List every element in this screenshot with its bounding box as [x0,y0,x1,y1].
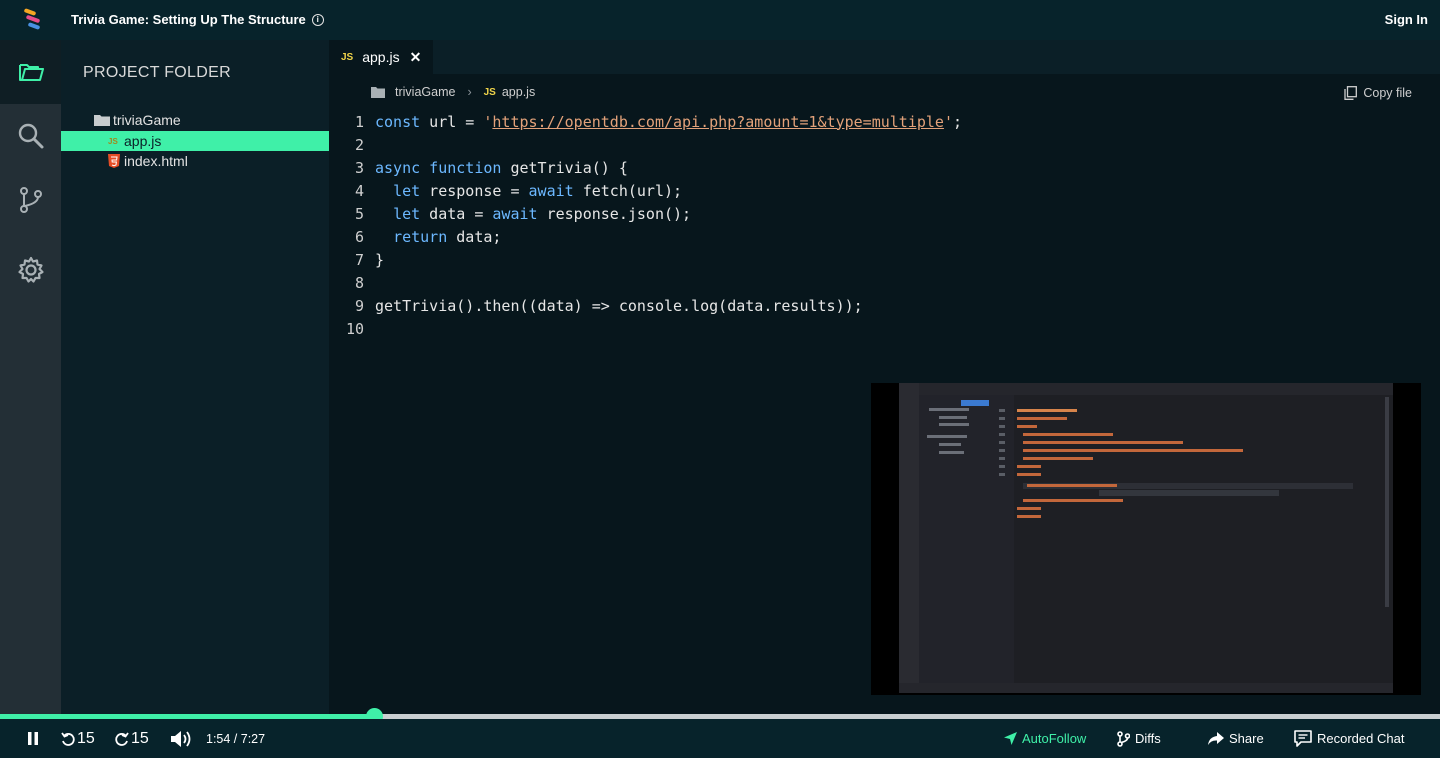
git-branch-icon [19,187,42,213]
code-line: 3 async function getTrivia() { [329,156,962,179]
breadcrumb-file[interactable]: app.js [502,85,535,99]
navigation-arrow-icon [1004,732,1017,745]
js-file-icon: JS [483,86,496,98]
screencast-video[interactable] [871,383,1421,695]
code-line: 2 [329,133,962,156]
diffs-button[interactable]: Diffs [1117,719,1161,758]
activity-bar [0,40,61,714]
page-title-text: Trivia Game: Setting Up The Structure [71,12,306,27]
code-line: 8 [329,271,962,294]
code-line: 6 return data; [329,225,962,248]
skip-back-label: 15 [77,729,95,747]
project-folder-heading: PROJECT FOLDER [83,64,231,81]
pause-icon [28,732,38,745]
tree-file-app-js[interactable]: JS app.js [61,131,329,151]
player-controls: 15 15 1:54 / 7:27 AutoFollow Diffs Share… [0,719,1440,758]
tab-app-js[interactable]: JS app.js ✕ [329,40,433,74]
tree-folder-triviagame[interactable]: triviaGame [94,112,181,128]
code-line: 4 let response = await fetch(url); [329,179,962,202]
tree-file-label: app.js [124,133,162,149]
rail-item-search[interactable] [0,104,61,168]
diffs-label: Diffs [1135,731,1161,746]
skip-back-button[interactable]: 15 [61,719,95,758]
screencast-frame-image [899,383,1393,693]
sign-in-button[interactable]: Sign In [1385,12,1428,27]
folder-icon [94,115,110,126]
project-panel: PROJECT FOLDER triviaGame JS app.js inde… [61,40,329,714]
tab-label: app.js [362,49,400,65]
git-branch-icon [1117,730,1130,747]
tree-folder-label: triviaGame [113,112,181,128]
breadcrumb: triviaGame › JS app.js [371,85,535,99]
share-arrow-icon [1208,731,1224,745]
line-number: 3 [354,158,364,177]
forward-icon [115,731,129,746]
copy-file-label: Copy file [1363,86,1412,100]
code-area[interactable]: 1 const url = ' https://opentdb.com/api.ph… [329,110,962,340]
copy-icon [1344,86,1358,100]
page-title: Trivia Game: Setting Up The Structure i [71,12,324,27]
autofollow-button[interactable]: AutoFollow [1004,719,1086,758]
js-file-icon: JS [341,51,354,63]
volume-button[interactable] [171,719,198,758]
top-bar: Trivia Game: Setting Up The Structure i … [0,0,1440,40]
scrimba-logo-icon[interactable] [22,8,46,32]
search-icon [18,123,43,149]
rewind-icon [61,731,75,746]
line-number: 9 [354,296,364,315]
line-number: 1 [354,112,364,131]
line-number: 2 [354,135,364,154]
recorded-chat-label: Recorded Chat [1317,731,1405,746]
rail-item-files[interactable] [0,40,61,104]
tab-bar: JS app.js ✕ [329,40,1440,74]
rail-item-settings[interactable] [0,238,61,302]
tree-file-label: index.html [124,153,188,169]
tree-file-index-html[interactable]: index.html [61,151,329,171]
skip-forward-label: 15 [131,729,149,747]
html-file-icon [108,154,120,168]
skip-forward-button[interactable]: 15 [115,719,149,758]
line-number: 7 [354,250,364,269]
line-number: 10 [345,319,364,338]
pause-button[interactable] [27,719,44,758]
folder-icon [371,86,385,98]
line-number: 6 [354,227,364,246]
breadcrumb-folder[interactable]: triviaGame [395,85,455,99]
chevron-right-icon: › [467,85,472,99]
code-line: 1 const url = ' https://opentdb.com/api.ph… [329,110,962,133]
rail-item-source-control[interactable] [0,168,61,232]
gear-icon [17,256,44,283]
screencast-frame [899,383,1393,693]
code-line: 9 getTrivia().then((data) => console.log(… [329,294,962,317]
line-number: 8 [354,273,364,292]
close-icon[interactable]: ✕ [410,49,422,66]
playback-time: 1:54 / 7:27 [206,731,266,746]
info-icon[interactable]: i [311,13,324,26]
share-label: Share [1229,731,1264,746]
share-button[interactable]: Share [1208,719,1264,758]
autofollow-label: AutoFollow [1022,731,1087,746]
line-number: 4 [354,181,364,200]
folder-icon [18,64,44,81]
js-file-icon: JS [108,136,118,146]
line-number: 5 [354,204,364,223]
volume-icon [171,730,191,747]
code-line: 10 [329,317,962,340]
recorded-chat-button[interactable]: Recorded Chat [1294,719,1404,758]
code-line: 5 let data = await response.json(); [329,202,962,225]
code-line: 7} [329,248,962,271]
copy-file-button[interactable]: Copy file [1344,86,1412,100]
chat-icon [1294,730,1312,747]
